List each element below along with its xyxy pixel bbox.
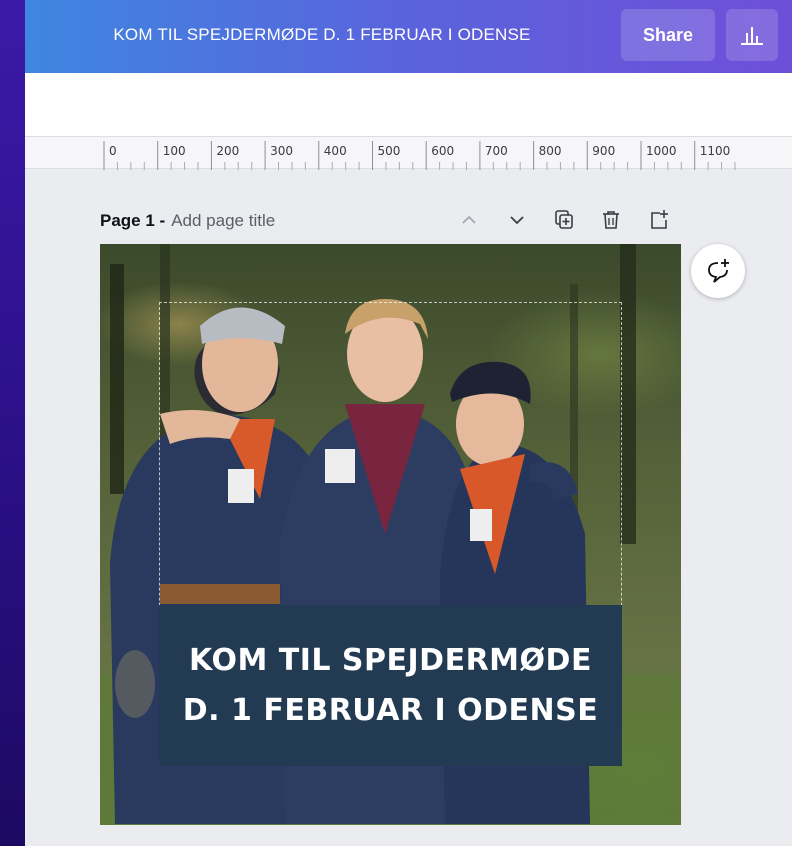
ruler-label: 600 (431, 144, 455, 158)
ruler-ticks (103, 141, 736, 170)
ruler-label: 1100 (699, 144, 731, 158)
page-title-input[interactable]: Add page title (171, 211, 275, 231)
ruler-label: 400 (323, 144, 347, 158)
move-page-down-button[interactable] (503, 206, 531, 234)
headline-text-box[interactable]: KOM TIL SPEJDERMØDE D. 1 FEBRUAR I ODENS… (159, 605, 622, 766)
ruler-label: 900 (592, 144, 616, 158)
headline-line-2[interactable]: D. 1 FEBRUAR I ODENSE (183, 686, 598, 736)
editor-window: KOM TIL SPEJDERMØDE D. 1 FEBRUAR I ODENS… (25, 0, 792, 846)
duplicate-page-button[interactable] (550, 206, 578, 234)
context-toolbar (25, 73, 792, 136)
insights-button[interactable] (726, 9, 778, 61)
ruler-label: 1000 (646, 144, 677, 158)
ruler-label: 800 (538, 144, 562, 158)
design-canvas[interactable]: KOM TIL SPEJDERMØDE D. 1 FEBRUAR I ODENS… (100, 244, 681, 825)
ruler-label: 500 (377, 144, 401, 158)
chevron-down-icon (510, 216, 524, 225)
move-page-up-button[interactable] (455, 206, 483, 234)
chevron-up-icon (462, 215, 476, 224)
top-bar: KOM TIL SPEJDERMØDE D. 1 FEBRUAR I ODENS… (25, 0, 792, 73)
add-page-icon (651, 210, 668, 229)
page-header: Page 1 - Add page title (100, 208, 275, 234)
delete-page-button[interactable] (597, 206, 625, 234)
add-page-button[interactable] (645, 206, 673, 234)
ruler-label: 200 (216, 144, 240, 158)
ruler-label: 0 (109, 144, 117, 158)
add-comment-icon (708, 259, 729, 283)
headline-line-1[interactable]: KOM TIL SPEJDERMØDE (189, 636, 592, 686)
ruler-label: 300 (270, 144, 293, 158)
delete-page-icon (603, 211, 619, 229)
add-comment-button[interactable] (691, 244, 745, 298)
share-button[interactable]: Share (621, 9, 715, 61)
bar-chart-icon (741, 27, 763, 45)
ruler-label: 100 (162, 144, 186, 158)
ruler-label: 700 (484, 144, 508, 158)
design-title[interactable]: KOM TIL SPEJDERMØDE D. 1 FEBRUAR I ODENS… (25, 25, 619, 45)
page-label: Page 1 - (100, 211, 166, 230)
ruler: 0 100 200 300 400 500 600 700 800 900 1000 1100 (25, 136, 792, 170)
duplicate-page-icon (555, 210, 573, 229)
